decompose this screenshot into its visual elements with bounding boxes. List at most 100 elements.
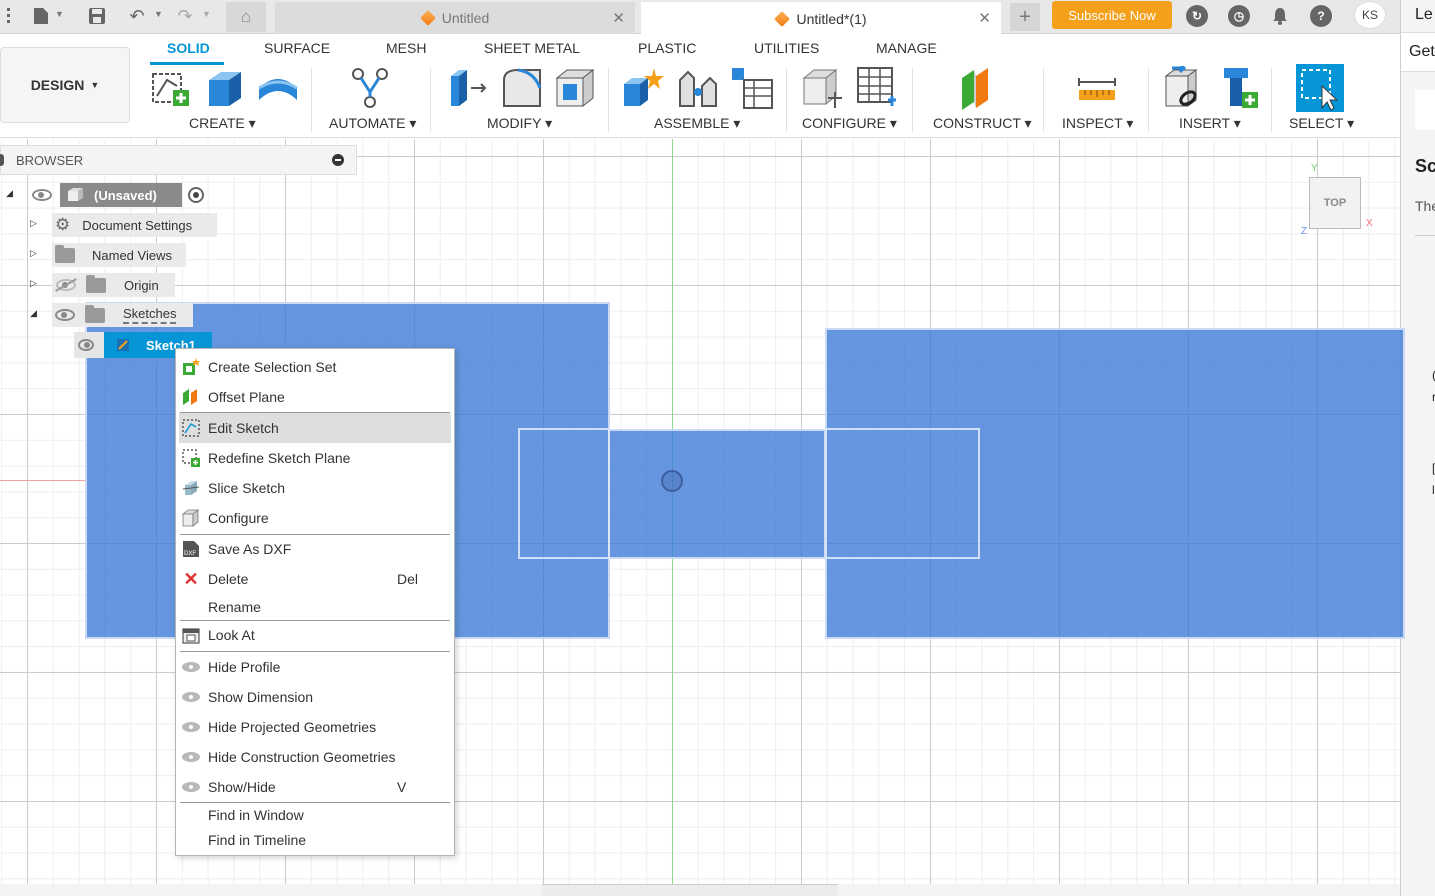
- browser-node-sketches[interactable]: Sketches: [52, 302, 193, 328]
- group-construct[interactable]: CONSTRUCT ▾: [933, 115, 1032, 132]
- menu-item-redefine-sketch-plane[interactable]: Redefine Sketch Plane: [179, 443, 451, 473]
- menu-item-configure[interactable]: Configure: [179, 503, 451, 533]
- select-tool[interactable]: [1296, 64, 1344, 112]
- measure-icon[interactable]: [1075, 66, 1119, 110]
- redo-icon[interactable]: ↷: [174, 6, 196, 26]
- menu-item-hide-profile[interactable]: Hide Profile: [179, 652, 451, 682]
- tab-surface[interactable]: SURFACE: [264, 40, 330, 56]
- panel-grip-icon[interactable]: [0, 154, 4, 166]
- view-cube-face[interactable]: TOP: [1324, 197, 1346, 209]
- visibility-eye-icon[interactable]: [55, 309, 75, 321]
- menu-item-hide-projected-geometries[interactable]: Hide Projected Geometries: [179, 712, 451, 742]
- get-button[interactable]: Get: [1409, 43, 1435, 61]
- browser-root-node[interactable]: (Unsaved): [30, 182, 204, 208]
- bill-of-materials-icon[interactable]: [730, 66, 774, 110]
- undo-caret-icon[interactable]: ▼: [154, 9, 163, 19]
- save-icon[interactable]: [86, 6, 108, 26]
- expand-triangle-icon[interactable]: ▷: [30, 248, 37, 259]
- sketch-rect-outline[interactable]: [825, 428, 980, 559]
- job-status-icon[interactable]: ◷: [1228, 5, 1250, 27]
- notifications-icon[interactable]: [1269, 6, 1291, 26]
- group-assemble[interactable]: ASSEMBLE ▾: [654, 115, 740, 132]
- expand-triangle-icon[interactable]: ▷: [30, 218, 37, 229]
- menu-item-slice-sketch[interactable]: Slice Sketch: [179, 473, 451, 503]
- browser-node-document-settings[interactable]: ⚙ Document Settings: [52, 212, 217, 238]
- insert-mcmaster-icon[interactable]: [1218, 66, 1262, 110]
- group-create[interactable]: CREATE ▾: [189, 115, 256, 132]
- group-modify[interactable]: MODIFY ▾: [487, 115, 552, 132]
- new-component-icon[interactable]: [620, 66, 664, 110]
- tab-untitled-1[interactable]: Untitled*(1) ✕: [641, 2, 1001, 35]
- activate-radio-icon[interactable]: [188, 187, 204, 203]
- menu-item-offset-plane[interactable]: Offset Plane: [179, 382, 451, 412]
- menu-item-hide-construction-geometries[interactable]: Hide Construction Geometries: [179, 742, 451, 772]
- help-icon[interactable]: ?: [1310, 5, 1332, 27]
- collapse-icon[interactable]: [332, 154, 344, 166]
- menu-item-save-as-dxf[interactable]: DXF Save As DXF: [179, 534, 451, 564]
- menu-item-label: Find in Window: [208, 807, 304, 823]
- sketch-profile-center[interactable]: [608, 429, 826, 559]
- grid-menu-icon[interactable]: [0, 6, 22, 26]
- avatar[interactable]: KS: [1354, 1, 1386, 29]
- tab-sheet-metal[interactable]: SHEET METAL: [484, 40, 580, 56]
- collapse-triangle-icon[interactable]: ◢: [6, 188, 13, 199]
- close-icon[interactable]: ✕: [978, 9, 991, 27]
- fillet-icon[interactable]: [500, 66, 544, 110]
- configure-model-icon[interactable]: [800, 66, 844, 110]
- sketch-rect-outline[interactable]: [518, 428, 610, 559]
- extrude-icon[interactable]: [203, 66, 247, 110]
- node-label: Named Views: [92, 247, 172, 263]
- tab-untitled[interactable]: Untitled ✕: [275, 2, 635, 34]
- collapse-triangle-icon[interactable]: ◢: [30, 308, 37, 319]
- home-icon[interactable]: ⌂: [226, 2, 266, 32]
- menu-item-show-hide[interactable]: Show/Hide V: [179, 772, 451, 802]
- menu-item-create-selection-set[interactable]: Create Selection Set: [179, 352, 451, 382]
- new-tab-icon[interactable]: +: [1010, 3, 1040, 31]
- view-cube[interactable]: TOP: [1309, 177, 1361, 229]
- group-insert[interactable]: INSERT ▾: [1179, 115, 1241, 132]
- browser-node-named-views[interactable]: Named Views: [52, 242, 186, 268]
- browser-node-origin[interactable]: Origin: [52, 272, 175, 298]
- insert-derive-icon[interactable]: [1162, 66, 1206, 110]
- hidden-eye-icon[interactable]: [55, 278, 77, 292]
- navigation-bar[interactable]: [542, 884, 838, 896]
- construct-plane-icon[interactable]: [958, 66, 1002, 110]
- menu-item-delete[interactable]: ✕ Delete Del: [179, 564, 451, 594]
- menu-item-show-dimension[interactable]: Show Dimension: [179, 682, 451, 712]
- extensions-icon[interactable]: ↻: [1186, 5, 1208, 27]
- group-inspect[interactable]: INSPECT ▾: [1062, 115, 1133, 132]
- file-caret-icon[interactable]: ▼: [55, 9, 64, 19]
- expand-triangle-icon[interactable]: ▷: [30, 278, 37, 289]
- joint-icon[interactable]: [676, 66, 720, 110]
- menu-item-look-at[interactable]: Look At: [179, 620, 451, 650]
- menu-item-rename[interactable]: Rename: [179, 592, 451, 622]
- tab-solid[interactable]: SOLID: [167, 40, 210, 56]
- file-icon[interactable]: [30, 6, 52, 26]
- origin-point-icon[interactable]: [661, 470, 683, 492]
- configuration-table-icon[interactable]: [856, 66, 900, 110]
- revolve-icon[interactable]: [256, 66, 300, 110]
- undo-icon[interactable]: ↶: [126, 6, 148, 26]
- context-menu: Create Selection Set Offset Plane Edit S…: [175, 348, 455, 856]
- tab-plastic[interactable]: PLASTIC: [638, 40, 696, 56]
- tab-manage[interactable]: MANAGE: [876, 40, 937, 56]
- automate-icon[interactable]: [348, 66, 392, 110]
- subscribe-button[interactable]: Subscribe Now: [1052, 1, 1172, 29]
- shell-icon[interactable]: [553, 66, 597, 110]
- visibility-eye-icon[interactable]: [78, 339, 94, 351]
- tab-mesh[interactable]: MESH: [386, 40, 426, 56]
- group-select[interactable]: SELECT ▾: [1289, 115, 1354, 132]
- group-automate[interactable]: AUTOMATE ▾: [329, 115, 416, 132]
- press-pull-icon[interactable]: [447, 66, 491, 110]
- create-sketch-icon[interactable]: [149, 66, 193, 110]
- close-icon[interactable]: ✕: [612, 9, 625, 27]
- menu-item-find-in-timeline[interactable]: Find in Timeline: [179, 825, 451, 855]
- tab-utilities[interactable]: UTILITIES: [754, 40, 819, 56]
- root-label-box[interactable]: (Unsaved): [60, 183, 182, 207]
- browser-panel-header[interactable]: BROWSER: [0, 145, 357, 175]
- visibility-eye-icon[interactable]: [32, 189, 52, 201]
- redo-caret-icon[interactable]: ▼: [202, 9, 211, 19]
- menu-item-edit-sketch[interactable]: Edit Sketch: [179, 413, 451, 443]
- group-configure[interactable]: CONFIGURE ▾: [802, 115, 897, 132]
- workspace-switcher[interactable]: DESIGN ▼: [0, 47, 130, 123]
